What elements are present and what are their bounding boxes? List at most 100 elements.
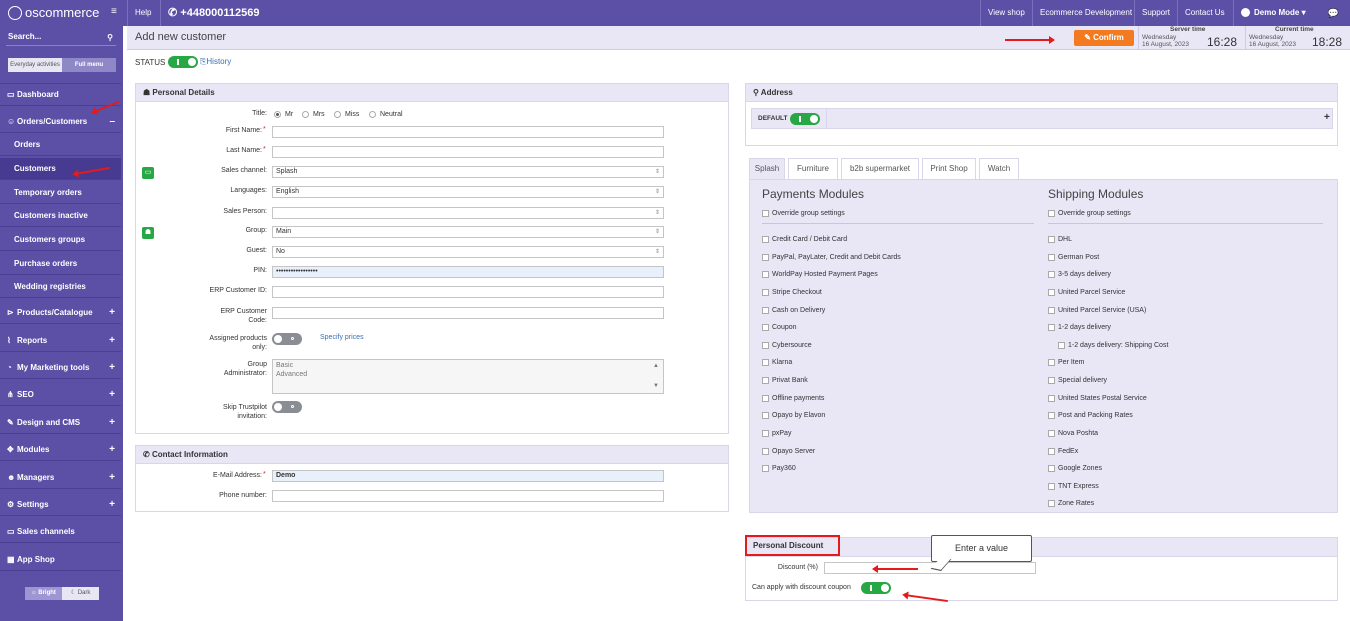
sidebar-item-products-catalogue[interactable]: ⊳ Products/Catalogue + <box>0 302 121 324</box>
trustpilot-toggle[interactable] <box>272 401 302 413</box>
group-select[interactable]: Main ⇕ <box>272 226 664 238</box>
shipping-module-checkbox[interactable] <box>1048 236 1055 243</box>
sidebar-item-orders-customers[interactable]: ☺ Orders/Customers – <box>0 111 121 133</box>
sidebar-item-customers-groups[interactable]: Customers groups <box>0 229 121 251</box>
group-icon[interactable]: ☗ <box>142 227 154 239</box>
theme-bright-button[interactable]: ☼ Bright <box>25 587 62 600</box>
assigned-products-toggle[interactable] <box>272 333 302 345</box>
shipping-module-checkbox[interactable] <box>1048 465 1055 472</box>
payment-module-checkbox[interactable] <box>762 289 769 296</box>
confirm-button[interactable]: ✎ Confirm <box>1074 30 1134 46</box>
payment-module-checkbox[interactable] <box>762 448 769 455</box>
erp-id-input[interactable] <box>272 286 664 298</box>
tab-b2b-supermarket[interactable]: b2b supermarket <box>841 158 919 179</box>
sidebar-item-modules[interactable]: ✥ Modules + <box>0 439 121 461</box>
payments-override-checkbox[interactable] <box>762 210 769 217</box>
payment-module-checkbox[interactable] <box>762 236 769 243</box>
radio-miss[interactable] <box>334 111 341 118</box>
sidebar-item-orders[interactable]: Orders <box>0 134 121 156</box>
scroll-down-icon[interactable]: ▼ <box>653 382 659 391</box>
sidebar-item-dashboard[interactable]: ▭ Dashboard <box>0 83 121 106</box>
search-icon[interactable]: ⚲ <box>107 33 113 42</box>
shipping-module-checkbox[interactable] <box>1048 254 1055 261</box>
sales-channel-select[interactable]: Splash ⇕ <box>272 166 664 178</box>
status-toggle[interactable] <box>168 56 198 68</box>
shipping-module-checkbox[interactable] <box>1048 412 1055 419</box>
email-input[interactable]: Demo <box>272 470 664 482</box>
sidebar-item-seo[interactable]: ⋔ SEO + <box>0 384 121 406</box>
shipping-module-checkbox[interactable] <box>1058 342 1065 349</box>
shipping-module-checkbox[interactable] <box>1048 289 1055 296</box>
payment-module-checkbox[interactable] <box>762 377 769 384</box>
shipping-override-checkbox[interactable] <box>1048 210 1055 217</box>
view-shop-link[interactable]: View shop <box>980 0 1032 26</box>
monitor-icon[interactable]: ▭ <box>142 167 154 179</box>
shipping-module-checkbox[interactable] <box>1048 324 1055 331</box>
sidebar-item-customers-inactive[interactable]: Customers inactive <box>0 205 121 227</box>
sidebar-item-managers[interactable]: ☻ Managers + <box>0 467 121 489</box>
shipping-module-checkbox[interactable] <box>1048 359 1055 366</box>
shipping-module-checkbox[interactable] <box>1048 271 1055 278</box>
payment-module-checkbox[interactable] <box>762 307 769 314</box>
sidebar-item-settings[interactable]: ⚙ Settings + <box>0 494 121 516</box>
phone-link[interactable]: ✆ +448000112569 <box>160 0 267 26</box>
shipping-module-checkbox[interactable] <box>1048 395 1055 402</box>
specify-prices-link[interactable]: Specify prices <box>320 334 364 341</box>
shipping-module-checkbox[interactable] <box>1048 483 1055 490</box>
ecommerce-dev-link[interactable]: Ecommerce Development <box>1032 0 1139 26</box>
erp-code-input[interactable] <box>272 307 664 319</box>
payment-module-checkbox[interactable] <box>762 430 769 437</box>
scroll-up-icon[interactable]: ▲ <box>653 362 659 371</box>
sidebar-item-design-cms[interactable]: ✎ Design and CMS + <box>0 412 121 434</box>
payment-module-checkbox[interactable] <box>762 342 769 349</box>
theme-dark-button[interactable]: ☾ Dark <box>62 587 99 600</box>
sidebar-item-purchase-orders[interactable]: Purchase orders <box>0 253 121 275</box>
sales-person-select[interactable]: ⇕ <box>272 207 664 219</box>
radio-mr[interactable] <box>274 111 281 118</box>
payment-module-checkbox[interactable] <box>762 324 769 331</box>
sidebar-item-marketing-tools[interactable]: ◔ My Marketing tools + <box>0 357 121 379</box>
payment-module-checkbox[interactable] <box>762 412 769 419</box>
first-name-input[interactable] <box>272 126 664 138</box>
shipping-module-checkbox[interactable] <box>1048 307 1055 314</box>
phone-input[interactable] <box>272 490 664 502</box>
demo-mode-menu[interactable]: Demo Mode ▾ 💬 <box>1233 0 1350 26</box>
payment-module-checkbox[interactable] <box>762 359 769 366</box>
default-address-toggle[interactable] <box>790 113 820 125</box>
radio-neutral[interactable] <box>369 111 376 118</box>
tab-full-menu[interactable]: Full menu <box>62 58 116 72</box>
payment-module-checkbox[interactable] <box>762 395 769 402</box>
sidebar-item-sales-channels[interactable]: ▭ Sales channels <box>0 521 121 543</box>
group-admin-multiselect[interactable]: Basic Advanced ▲ ▼ <box>272 359 664 394</box>
shipping-module-checkbox[interactable] <box>1048 430 1055 437</box>
tab-furniture[interactable]: Furniture <box>788 158 838 179</box>
help-link[interactable]: Help <box>127 0 158 26</box>
payment-module-checkbox[interactable] <box>762 254 769 261</box>
logo[interactable]: oscommerce <box>8 5 99 20</box>
sidebar-search[interactable]: Search... ⚲ <box>6 30 116 46</box>
contact-us-link[interactable]: Contact Us <box>1177 0 1232 26</box>
chat-icon[interactable]: 💬 <box>1328 0 1339 26</box>
sidebar-item-app-shop[interactable]: ▦ App Shop <box>0 549 121 571</box>
shipping-module-checkbox[interactable] <box>1048 448 1055 455</box>
shipping-module-checkbox[interactable] <box>1048 500 1055 507</box>
support-link[interactable]: Support <box>1134 0 1177 26</box>
pin-input[interactable]: ••••••••••••••••• <box>272 266 664 278</box>
sidebar-item-reports[interactable]: ⌇ Reports + <box>0 330 121 352</box>
add-address-button[interactable]: + <box>1324 112 1330 123</box>
tab-splash[interactable]: Splash <box>749 158 785 180</box>
last-name-input[interactable] <box>272 146 664 158</box>
sidebar-item-temporary-orders[interactable]: Temporary orders <box>0 182 121 204</box>
languages-select[interactable]: English ⇕ <box>272 186 664 198</box>
guest-select[interactable]: No ⇕ <box>272 246 664 258</box>
menu-icon[interactable]: ≡ <box>111 6 117 17</box>
history-link[interactable]: ⎘History <box>200 57 231 67</box>
radio-mrs[interactable] <box>302 111 309 118</box>
sidebar-item-wedding-registries[interactable]: Wedding registries <box>0 276 121 298</box>
tab-print-shop[interactable]: Print Shop <box>922 158 976 179</box>
tab-everyday-activities[interactable]: Everyday activities <box>8 58 62 72</box>
shipping-module-checkbox[interactable] <box>1048 377 1055 384</box>
payment-module-checkbox[interactable] <box>762 465 769 472</box>
payment-module-checkbox[interactable] <box>762 271 769 278</box>
tab-watch[interactable]: Watch <box>979 158 1019 179</box>
